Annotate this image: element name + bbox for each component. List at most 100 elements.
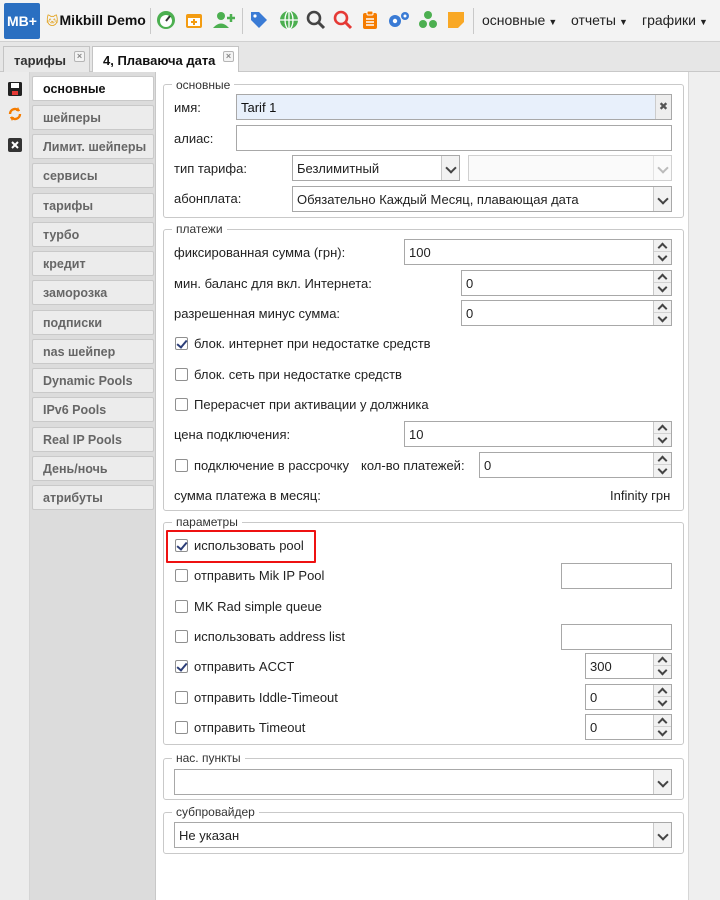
- address-list-checkbox[interactable]: [175, 630, 188, 643]
- decrement-icon[interactable]: [654, 434, 671, 446]
- gears-icon[interactable]: [387, 10, 411, 30]
- increment-icon[interactable]: [654, 715, 671, 727]
- toolbar-divider: [150, 8, 151, 34]
- send-acct-checkbox[interactable]: [175, 660, 188, 673]
- decrement-icon[interactable]: [654, 465, 671, 477]
- tab-label: 4, Плаваюча дата: [103, 53, 216, 68]
- address-list-field[interactable]: [561, 624, 672, 650]
- decrement-icon[interactable]: [654, 313, 671, 325]
- increment-icon[interactable]: [654, 271, 671, 283]
- connect-price-label: цена подключения:: [174, 427, 291, 442]
- globe-icon[interactable]: [279, 10, 299, 30]
- nav-tariffs[interactable]: тарифы: [32, 193, 154, 218]
- app-name[interactable]: 🐱Mikbill Demo: [46, 12, 146, 28]
- basic-legend: основные: [172, 78, 235, 92]
- spinner-buttons: [653, 422, 671, 446]
- subprovider-select[interactable]: Не указан: [174, 822, 672, 848]
- app-logo[interactable]: MB+: [4, 3, 40, 39]
- dashboard-icon[interactable]: [156, 10, 176, 30]
- installment-checkbox[interactable]: [175, 459, 188, 472]
- save-icon[interactable]: [7, 81, 23, 97]
- nav-turbo[interactable]: турбо: [32, 222, 154, 247]
- use-pool-checkbox[interactable]: [175, 539, 188, 552]
- nav-day-night[interactable]: День/ночь: [32, 456, 154, 481]
- decrement-icon[interactable]: [654, 727, 671, 739]
- recalc-checkbox[interactable]: [175, 398, 188, 411]
- decrement-icon[interactable]: [654, 252, 671, 264]
- clear-icon[interactable]: ✖: [655, 95, 671, 119]
- nav-shapers[interactable]: шейперы: [32, 105, 154, 130]
- spinner-buttons: [653, 301, 671, 325]
- decrement-icon[interactable]: [654, 666, 671, 678]
- nav-attributes[interactable]: атрибуты: [32, 485, 154, 510]
- decrement-icon[interactable]: [654, 283, 671, 295]
- block-network-checkbox[interactable]: [175, 368, 188, 381]
- chevron-down-icon: [653, 823, 671, 847]
- installment-count-spinner[interactable]: 0: [479, 452, 672, 478]
- settings-nav: основные шейперы Лимит. шейперы сервисы …: [30, 72, 156, 900]
- idle-timeout-spinner[interactable]: 0: [585, 684, 672, 710]
- refresh-icon[interactable]: [7, 106, 23, 122]
- chevron-down-icon: [653, 156, 671, 180]
- nav-credit[interactable]: кредит: [32, 251, 154, 276]
- fixed-sum-label: фиксированная сумма (грн):: [174, 245, 346, 260]
- note-icon[interactable]: [446, 10, 466, 30]
- nav-limit-shapers[interactable]: Лимит. шейперы: [32, 134, 154, 159]
- fixed-sum-spinner[interactable]: 100: [404, 239, 672, 265]
- timeout-spinner[interactable]: 0: [585, 714, 672, 740]
- mik-ip-pool-checkbox[interactable]: [175, 569, 188, 582]
- nav-freeze[interactable]: заморозка: [32, 280, 154, 305]
- fee-select[interactable]: Обязательно Каждый Месяц, плавающая дата: [292, 186, 672, 212]
- alias-field[interactable]: [236, 125, 672, 151]
- tag-icon[interactable]: [249, 10, 269, 30]
- menu-graphs[interactable]: графики ▼: [642, 12, 708, 28]
- mk-rad-queue-checkbox[interactable]: [175, 600, 188, 613]
- calendar-add-icon[interactable]: [184, 10, 204, 30]
- close-icon[interactable]: ×: [74, 51, 85, 62]
- menu-reports-label: отчеты: [571, 12, 616, 28]
- increment-icon[interactable]: [654, 654, 671, 666]
- send-timeout-label: отправить Timeout: [194, 720, 306, 735]
- menu-reports[interactable]: отчеты ▼: [571, 12, 628, 28]
- clipboard-icon[interactable]: [360, 10, 380, 30]
- close-icon[interactable]: [7, 137, 23, 153]
- fixed-sum-value: 100: [409, 245, 431, 260]
- locations-select[interactable]: [174, 769, 672, 795]
- spinner-buttons: [653, 271, 671, 295]
- search-icon[interactable]: [306, 10, 326, 30]
- nav-dynamic-pools[interactable]: Dynamic Pools: [32, 368, 154, 393]
- increment-icon[interactable]: [654, 453, 671, 465]
- min-balance-spinner[interactable]: 0: [461, 270, 672, 296]
- add-user-icon[interactable]: [212, 10, 236, 30]
- search-red-icon[interactable]: [333, 10, 353, 30]
- nav-services[interactable]: сервисы: [32, 163, 154, 188]
- mik-ip-pool-field[interactable]: [561, 563, 672, 589]
- decrement-icon[interactable]: [654, 697, 671, 709]
- connect-price-spinner[interactable]: 10: [404, 421, 672, 447]
- nav-basic[interactable]: основные: [32, 76, 154, 101]
- acct-spinner[interactable]: 300: [585, 653, 672, 679]
- tab-tariffs[interactable]: тарифы ×: [3, 46, 90, 72]
- name-field[interactable]: Tarif 1 ✖: [236, 94, 672, 120]
- block-internet-checkbox[interactable]: [175, 337, 188, 350]
- increment-icon[interactable]: [654, 301, 671, 313]
- tab-tariff-edit[interactable]: 4, Плаваюча дата ×: [92, 46, 239, 73]
- nav-nas-shaper[interactable]: nas шейпер: [32, 339, 154, 364]
- send-idle-timeout-checkbox[interactable]: [175, 691, 188, 704]
- send-timeout-checkbox[interactable]: [175, 721, 188, 734]
- caret-down-icon: ▼: [548, 17, 558, 27]
- minus-sum-spinner[interactable]: 0: [461, 300, 672, 326]
- menu-basic[interactable]: основные ▼: [482, 12, 557, 28]
- close-icon[interactable]: ×: [223, 51, 234, 62]
- increment-icon[interactable]: [654, 240, 671, 252]
- nav-subscriptions[interactable]: подписки: [32, 310, 154, 335]
- modules-icon[interactable]: [418, 10, 438, 30]
- increment-icon[interactable]: [654, 422, 671, 434]
- increment-icon[interactable]: [654, 685, 671, 697]
- tariff-type-select[interactable]: Безлимитный: [292, 155, 460, 181]
- chevron-down-icon: [653, 187, 671, 211]
- mk-rad-queue-label: MK Rad simple queue: [194, 599, 322, 614]
- nav-ipv6-pools[interactable]: IPv6 Pools: [32, 397, 154, 422]
- spinner-buttons: [653, 240, 671, 264]
- nav-real-ip-pools[interactable]: Real IP Pools: [32, 427, 154, 452]
